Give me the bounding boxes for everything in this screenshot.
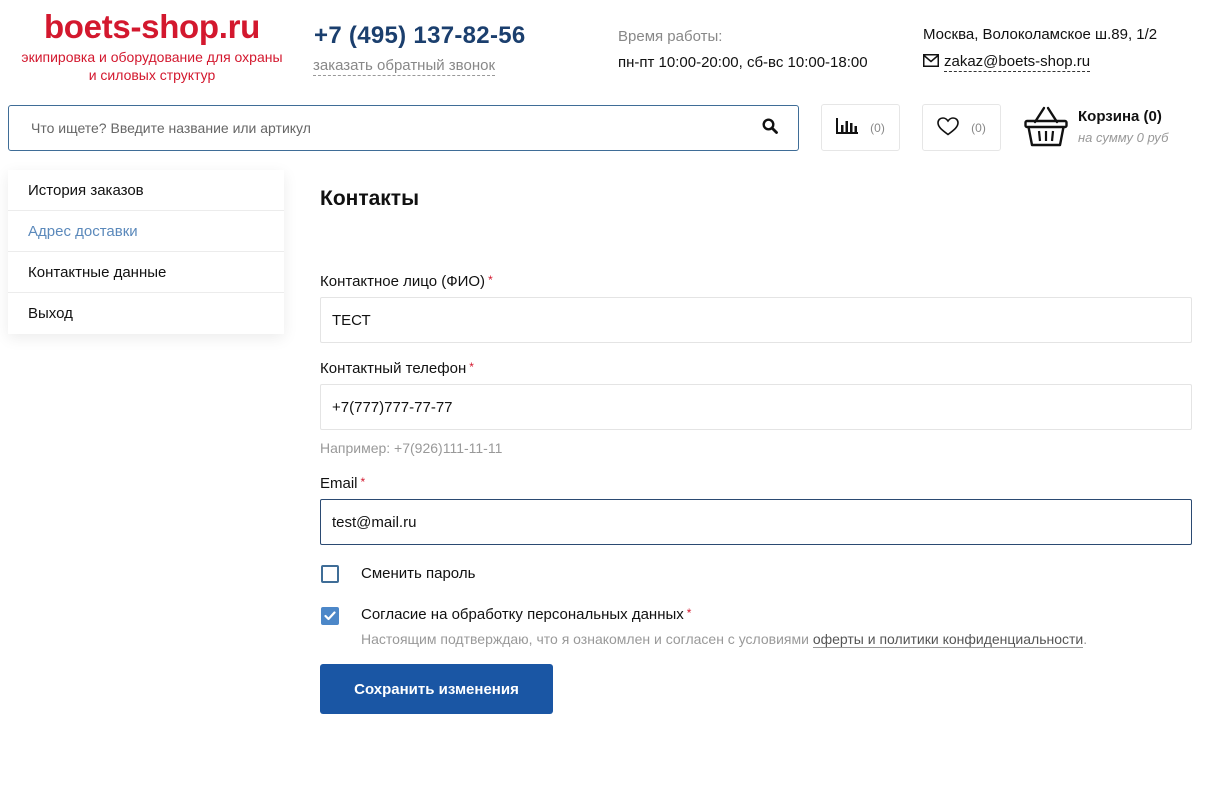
consent-description: Настоящим подтверждаю, что я ознакомлен … — [361, 631, 1088, 648]
phone-label-text: Контактный телефон — [320, 360, 467, 377]
consent-text: Настоящим подтверждаю, что я ознакомлен … — [361, 631, 813, 647]
logo-tagline-line-1: экипировка и оборудование для охраны — [21, 49, 283, 65]
consent-end: . — [1083, 631, 1088, 647]
phone-hint: Например: +7(926)111-11-11 — [320, 440, 503, 456]
sidebar-item-logout[interactable]: Выход — [8, 293, 284, 334]
consent-label-text: Согласие на обработку персональных данны… — [361, 606, 684, 623]
sidebar-item-order-history[interactable]: История заказов — [8, 170, 284, 211]
store-address: Москва, Волоколамское ш.89, 1/2 — [923, 26, 1158, 43]
callback-link[interactable]: заказать обратный звонок — [313, 57, 496, 76]
phone-field[interactable] — [320, 384, 1192, 430]
basket-icon — [1024, 106, 1068, 153]
search-icon[interactable] — [762, 117, 778, 139]
phone-label: Контактный телефон * — [320, 360, 474, 377]
required-mark: * — [360, 475, 366, 489]
envelope-icon — [923, 54, 939, 71]
email-label: Email * — [320, 475, 365, 492]
cart-title[interactable]: Корзина (0) — [1078, 108, 1168, 125]
required-mark: * — [469, 360, 474, 374]
working-hours: пн-пт 10:00-20:00, сб-вс 10:00-18:00 — [618, 54, 868, 71]
save-changes-button[interactable]: Сохранить изменения — [320, 664, 553, 714]
search-bar — [8, 105, 799, 151]
compare-count: (0) — [870, 120, 885, 135]
account-sidebar: История заказов Адрес доставки Контактны… — [8, 170, 284, 334]
sidebar-item-delivery-address[interactable]: Адрес доставки — [8, 211, 284, 252]
favorites-button[interactable]: (0) — [922, 104, 1001, 151]
header-phone[interactable]: +7 (495) 137-82-56 — [314, 22, 526, 50]
name-field[interactable] — [320, 297, 1192, 343]
logo-tagline: экипировка и оборудование для охраны и с… — [8, 48, 296, 84]
logo[interactable]: boets-shop.ru экипировка и оборудование … — [8, 10, 296, 84]
cart-info: Корзина (0) на сумму 0 руб — [1078, 106, 1168, 153]
offer-policy-link[interactable]: оферты и политики конфиденциальности — [812, 631, 1084, 648]
bar-chart-icon — [836, 118, 859, 137]
logo-tagline-line-2: и силовых структур — [88, 67, 216, 83]
name-label-text: Контактное лицо (ФИО) — [320, 273, 486, 290]
hours-label: Время работы: — [618, 28, 723, 45]
phone-input[interactable] — [330, 397, 1182, 417]
required-mark: * — [686, 606, 692, 620]
heart-icon — [937, 116, 959, 139]
name-label: Контактное лицо (ФИО) * — [320, 273, 493, 290]
required-mark: * — [488, 273, 493, 287]
email-label-text: Email — [320, 475, 358, 492]
compare-button[interactable]: (0) — [821, 104, 900, 151]
email-input[interactable] — [330, 512, 1182, 532]
cart-sum: на сумму 0 руб — [1078, 130, 1169, 145]
name-input[interactable] — [330, 310, 1182, 330]
favorites-count: (0) — [971, 120, 986, 135]
consent-label[interactable]: Согласие на обработку персональных данны… — [361, 606, 691, 623]
search-input[interactable] — [29, 119, 762, 137]
checkmark-icon — [324, 611, 336, 621]
sidebar-item-contact-data[interactable]: Контактные данные — [8, 252, 284, 293]
consent-checkbox[interactable] — [321, 607, 339, 625]
logo-name: boets-shop.ru — [43, 8, 261, 45]
header-email[interactable]: zakaz@boets-shop.ru — [923, 53, 1091, 72]
change-password-label[interactable]: Сменить пароль — [361, 565, 475, 582]
email-link[interactable]: zakaz@boets-shop.ru — [944, 53, 1091, 72]
cart-widget[interactable]: Корзина (0) на сумму 0 руб — [1024, 106, 1168, 153]
page-title: Контакты — [320, 187, 420, 210]
email-field[interactable] — [320, 499, 1192, 545]
change-password-checkbox[interactable] — [321, 565, 339, 583]
